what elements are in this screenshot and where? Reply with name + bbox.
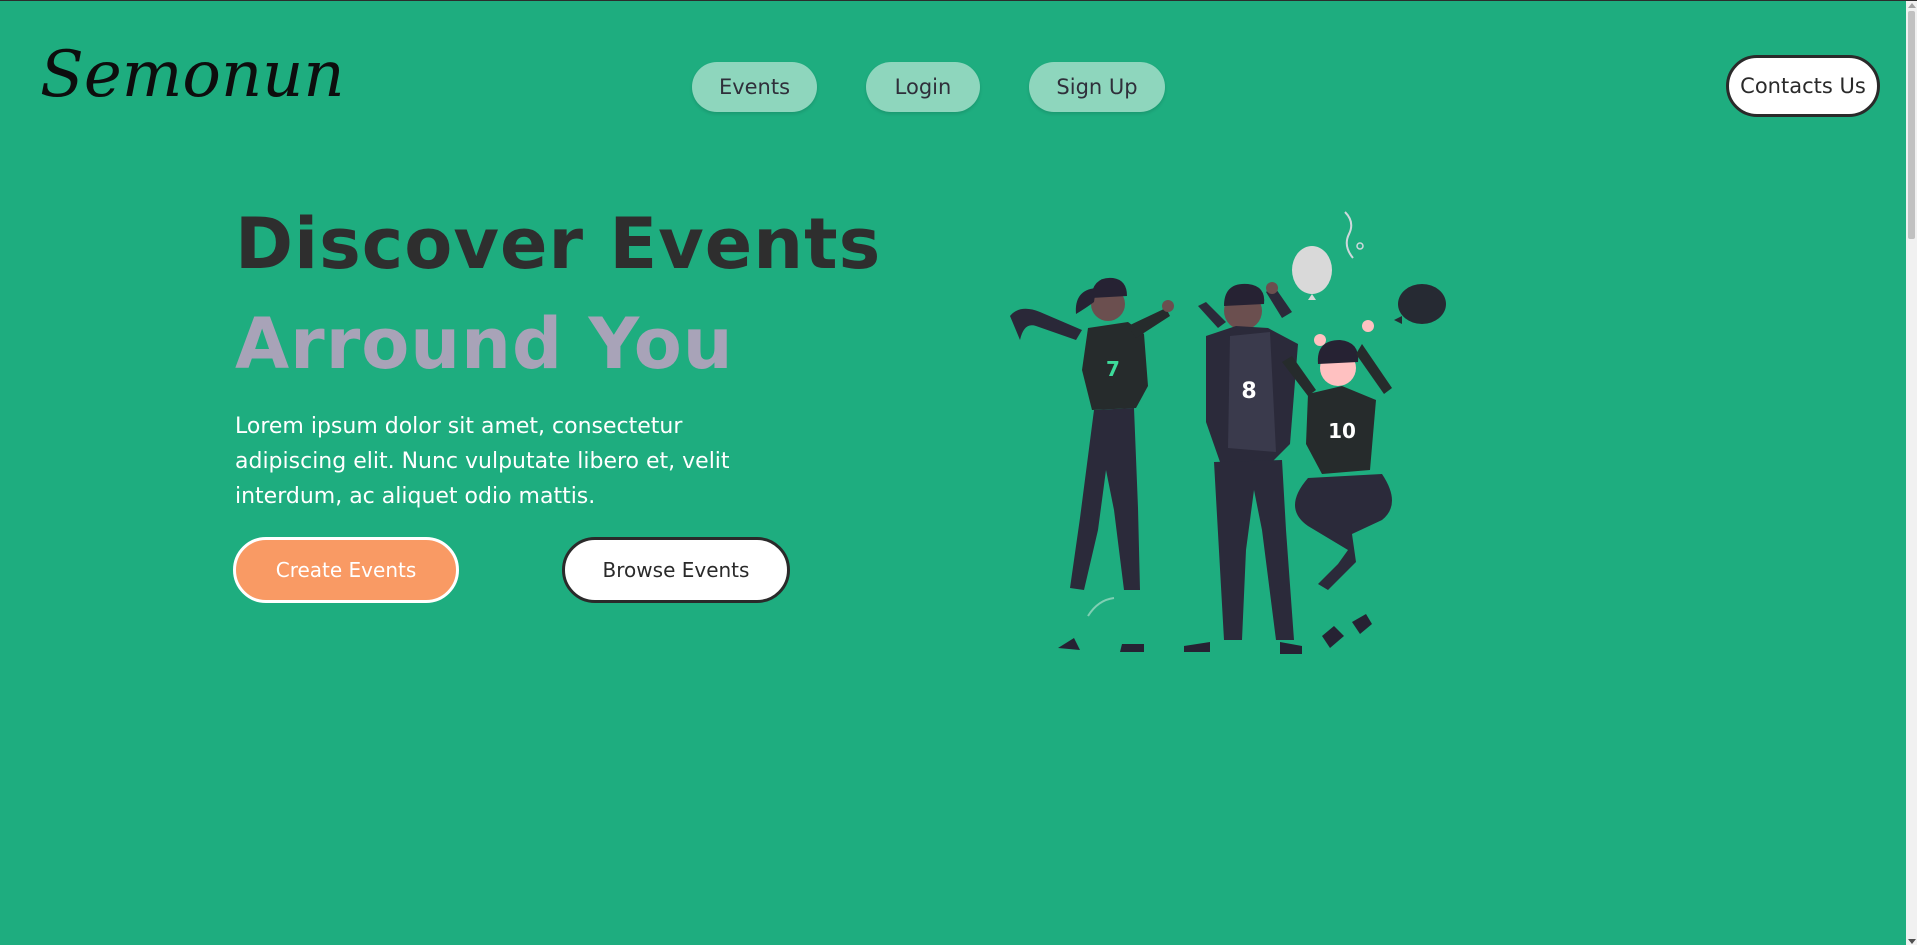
hero-description: Lorem ipsum dolor sit amet, consectetur … xyxy=(235,414,730,509)
person-eight: 8 xyxy=(1184,282,1302,654)
nav-events-button[interactable]: Events xyxy=(692,62,817,112)
jersey-number-eight: 8 xyxy=(1241,379,1256,404)
scroll-up-arrow-icon[interactable] xyxy=(1908,3,1916,8)
jersey-number-seven: 7 xyxy=(1106,357,1120,381)
hero-title-line2: Arround You xyxy=(235,303,734,385)
hero-title-line1: Discover Events xyxy=(235,203,882,285)
person-ten: 10 xyxy=(1282,320,1392,648)
create-events-button[interactable]: Create Events xyxy=(233,537,459,603)
main-nav: Events Login Sign Up xyxy=(0,62,1905,112)
balloon-dark xyxy=(1394,284,1446,324)
illustration-svg: 7 8 10 xyxy=(1010,211,1446,654)
scroll-down-arrow-icon[interactable] xyxy=(1908,939,1916,944)
person-seven: 7 xyxy=(1010,277,1174,652)
contacts-button[interactable]: Contacts Us xyxy=(1726,55,1880,117)
page-scrollbar[interactable] xyxy=(1906,1,1917,945)
nav-login-button[interactable]: Login xyxy=(866,62,980,112)
balloon-white xyxy=(1292,211,1364,300)
browse-events-button[interactable]: Browse Events xyxy=(562,537,790,603)
nav-signup-button[interactable]: Sign Up xyxy=(1029,62,1165,112)
scrollbar-thumb[interactable] xyxy=(1908,11,1915,239)
jersey-number-ten: 10 xyxy=(1328,419,1356,443)
celebrating-people-illustration: 7 8 10 xyxy=(1000,206,1460,656)
